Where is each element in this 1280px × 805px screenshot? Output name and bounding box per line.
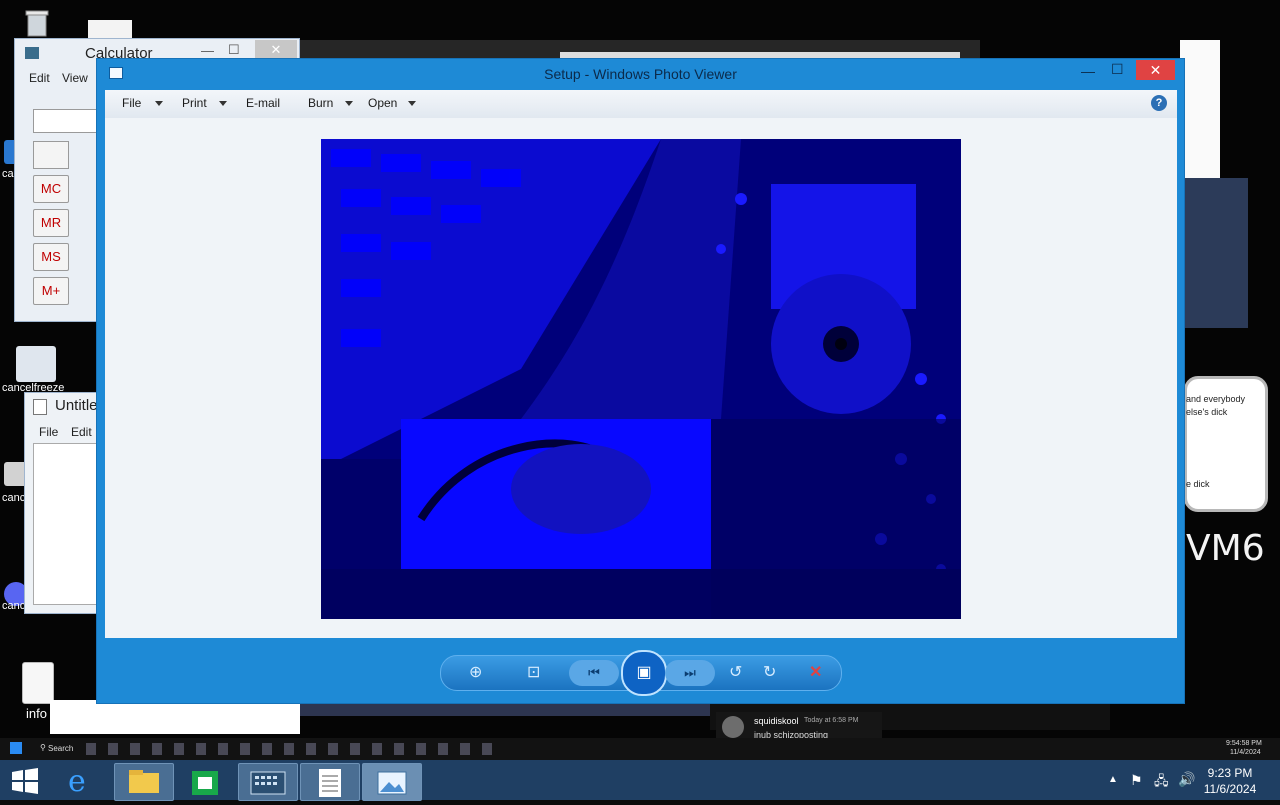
help-icon[interactable]: ? bbox=[1151, 95, 1167, 111]
mc-button[interactable]: MC bbox=[33, 175, 69, 203]
calculator-blank-key[interactable] bbox=[33, 141, 69, 169]
notification-time: Today at 6:58 PM bbox=[804, 717, 859, 724]
close-button[interactable]: ✕ bbox=[255, 40, 297, 60]
chevron-down-icon[interactable] bbox=[345, 101, 353, 106]
background-window bbox=[1184, 178, 1248, 328]
notification-user: squidiskool bbox=[754, 716, 799, 726]
chat-text: e dick bbox=[1186, 479, 1210, 489]
playback-controls: ⊕ ⊡ ⏮ ▣ ⏭ ↺ ↻ ✕ bbox=[440, 650, 842, 696]
zoom-icon[interactable]: ⊕ bbox=[469, 662, 482, 682]
email-button[interactable]: E-mail bbox=[246, 96, 280, 110]
minimize-button[interactable]: — bbox=[1081, 63, 1095, 79]
minimize-button[interactable]: — bbox=[201, 43, 214, 58]
mini-clock-time: 9:54:58 PM bbox=[1226, 740, 1262, 747]
chevron-down-icon[interactable] bbox=[219, 101, 227, 106]
burn-menu[interactable]: Burn bbox=[308, 96, 333, 110]
taskbar-clock[interactable]: 9:23 PM 11/6/2024 bbox=[1198, 765, 1262, 797]
svg-text:e: e bbox=[68, 764, 86, 799]
toolbar: File Print E-mail Burn Open ? bbox=[105, 90, 1177, 118]
file-explorer-icon[interactable] bbox=[114, 763, 174, 801]
photo-viewer-window[interactable]: Setup - Windows Photo Viewer — ☐ ✕ File … bbox=[96, 58, 1185, 704]
show-hidden-icons[interactable]: ▲ bbox=[1108, 774, 1118, 785]
delete-icon[interactable]: ✕ bbox=[809, 662, 822, 682]
mini-clock-date: 11/4/2024 bbox=[1230, 749, 1261, 756]
rotate-right-icon[interactable]: ↻ bbox=[763, 662, 776, 682]
avatar bbox=[722, 716, 744, 738]
search-label[interactable]: Search bbox=[48, 744, 73, 753]
file-icon[interactable] bbox=[22, 662, 54, 704]
maximize-button[interactable]: ☐ bbox=[1111, 61, 1124, 78]
fit-to-window-icon[interactable]: ⊡ bbox=[527, 662, 540, 682]
maximize-button[interactable]: ☐ bbox=[228, 42, 240, 58]
chevron-down-icon[interactable] bbox=[155, 101, 163, 106]
chevron-down-icon[interactable] bbox=[408, 101, 416, 106]
slideshow-button[interactable]: ▣ bbox=[621, 650, 667, 696]
previous-button[interactable]: ⏮ bbox=[569, 660, 619, 686]
taskbar-icons bbox=[86, 743, 496, 755]
recycle-bin-icon[interactable] bbox=[20, 8, 54, 38]
calculator-display bbox=[33, 109, 99, 133]
gear-icon[interactable] bbox=[16, 346, 56, 382]
menu-file[interactable]: File bbox=[39, 425, 58, 439]
menu-edit[interactable]: Edit bbox=[29, 71, 50, 85]
chat-text: else's dick bbox=[1186, 407, 1228, 417]
handwriting-text: VM6 bbox=[1186, 528, 1265, 569]
desktop-icon-label: canc bbox=[2, 492, 26, 504]
notepad-taskbar-icon[interactable] bbox=[300, 763, 360, 801]
calculator-icon bbox=[25, 47, 39, 59]
store-icon[interactable] bbox=[176, 763, 234, 799]
file-menu[interactable]: File bbox=[122, 96, 141, 110]
notepad-text-area[interactable] bbox=[33, 443, 105, 605]
ms-button[interactable]: MS bbox=[33, 243, 69, 271]
menu-edit[interactable]: Edit bbox=[71, 425, 92, 439]
m-plus-button[interactable]: M+ bbox=[33, 277, 69, 305]
search-icon[interactable]: ⚲ bbox=[40, 743, 46, 752]
volume-icon[interactable]: 🔊 bbox=[1178, 771, 1195, 788]
clock-date: 11/6/2024 bbox=[1203, 782, 1257, 796]
print-menu[interactable]: Print bbox=[182, 96, 207, 110]
chat-text: and everybody bbox=[1186, 394, 1246, 404]
clock-time: 9:23 PM bbox=[1207, 766, 1253, 780]
calculator-taskbar-icon[interactable] bbox=[238, 763, 298, 801]
open-menu[interactable]: Open bbox=[368, 96, 397, 110]
start-button[interactable] bbox=[10, 767, 40, 795]
network-icon[interactable]: 🖧 bbox=[1154, 772, 1169, 794]
notepad-title: Untitle bbox=[55, 397, 98, 414]
internet-explorer-icon[interactable]: e bbox=[52, 763, 110, 799]
secondary-taskbar: ⚲ Search 9:54:58 PM 11/4/2024 bbox=[0, 738, 1280, 760]
desktop-blank-area bbox=[50, 700, 300, 734]
window-title: Setup - Windows Photo Viewer bbox=[544, 66, 737, 82]
desktop-icon-label: info bbox=[26, 706, 47, 721]
next-button[interactable]: ⏭ bbox=[665, 660, 715, 686]
displayed-photo bbox=[321, 139, 961, 619]
windows-logo-icon[interactable] bbox=[10, 742, 22, 754]
notepad-icon bbox=[33, 399, 47, 415]
action-center-flag-icon[interactable]: ⚑ bbox=[1130, 772, 1143, 789]
desktop-shortcut-icon[interactable] bbox=[88, 20, 132, 40]
image-area bbox=[105, 118, 1177, 638]
photo-viewer-taskbar-icon[interactable] bbox=[362, 763, 422, 801]
mr-button[interactable]: MR bbox=[33, 209, 69, 237]
desktop-icon-label: canc bbox=[2, 600, 26, 612]
rotate-left-icon[interactable]: ↺ bbox=[729, 662, 742, 682]
notepad-window[interactable]: Untitle File Edit bbox=[24, 392, 105, 614]
menu-view[interactable]: View bbox=[62, 71, 88, 85]
close-button[interactable]: ✕ bbox=[1136, 60, 1175, 80]
